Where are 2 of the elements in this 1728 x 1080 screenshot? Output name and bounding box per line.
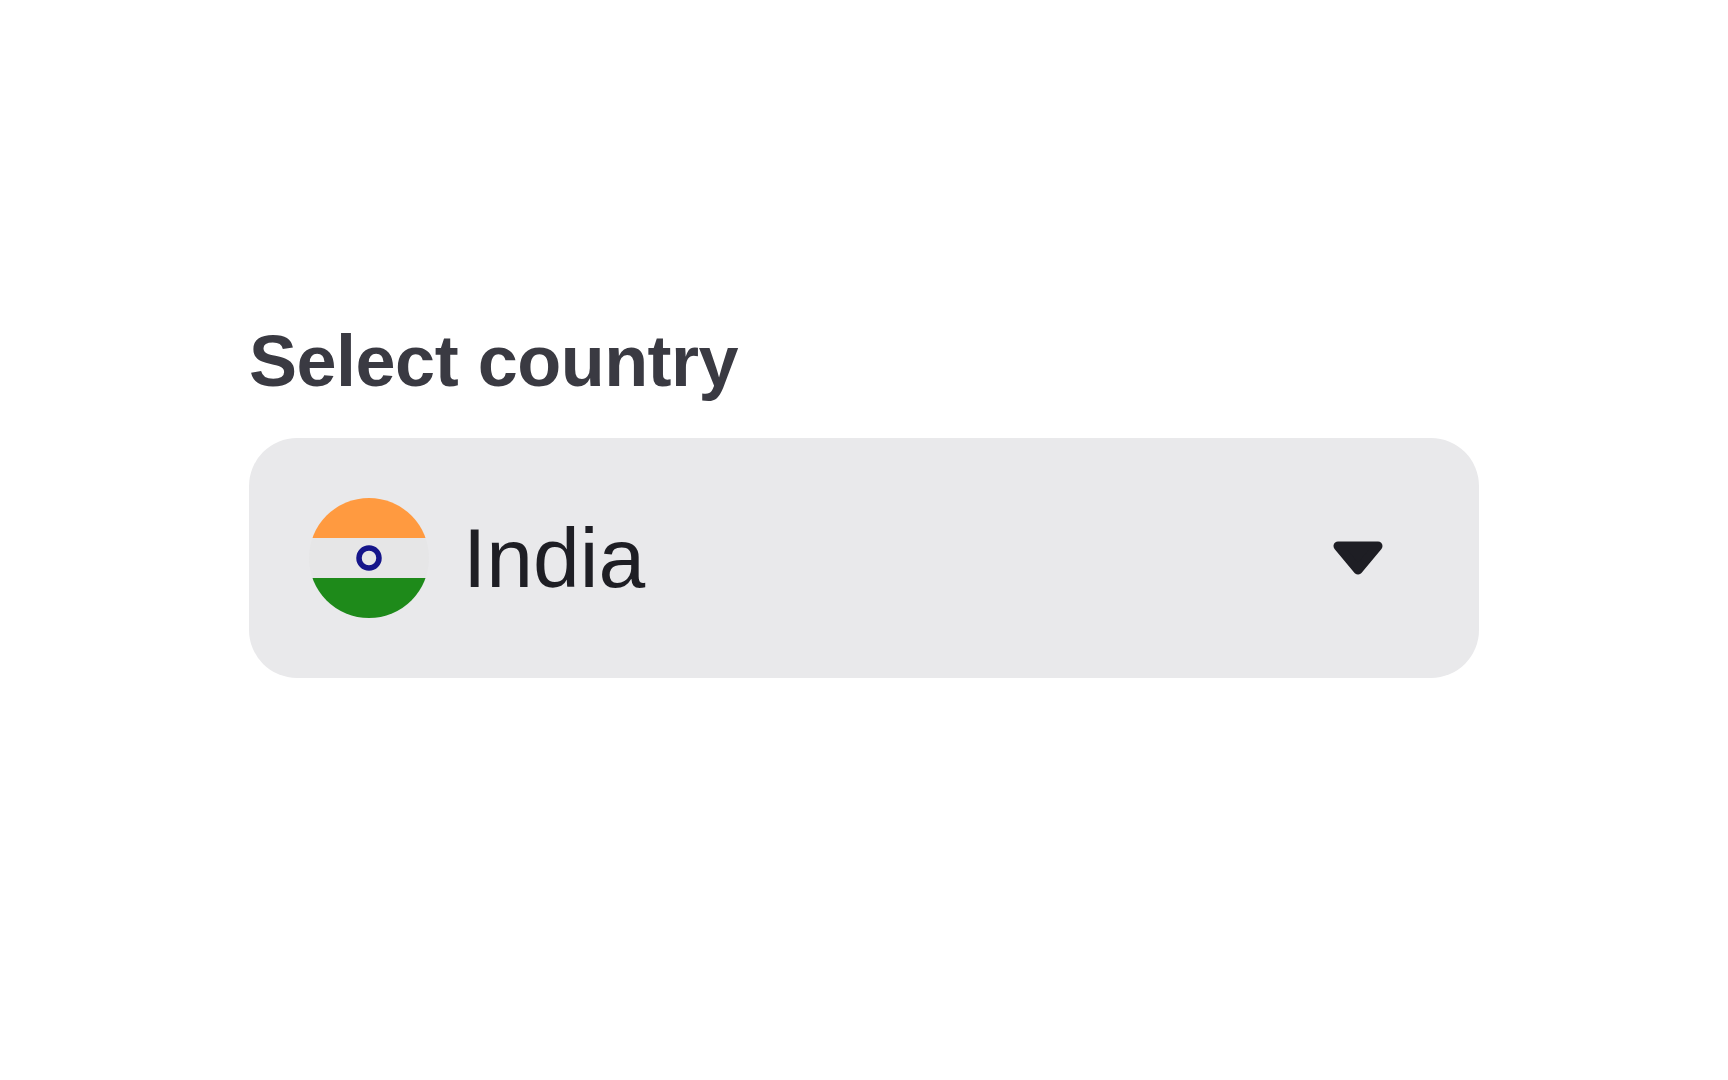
caret-down-icon <box>1333 541 1383 575</box>
country-select[interactable]: India <box>249 438 1479 678</box>
